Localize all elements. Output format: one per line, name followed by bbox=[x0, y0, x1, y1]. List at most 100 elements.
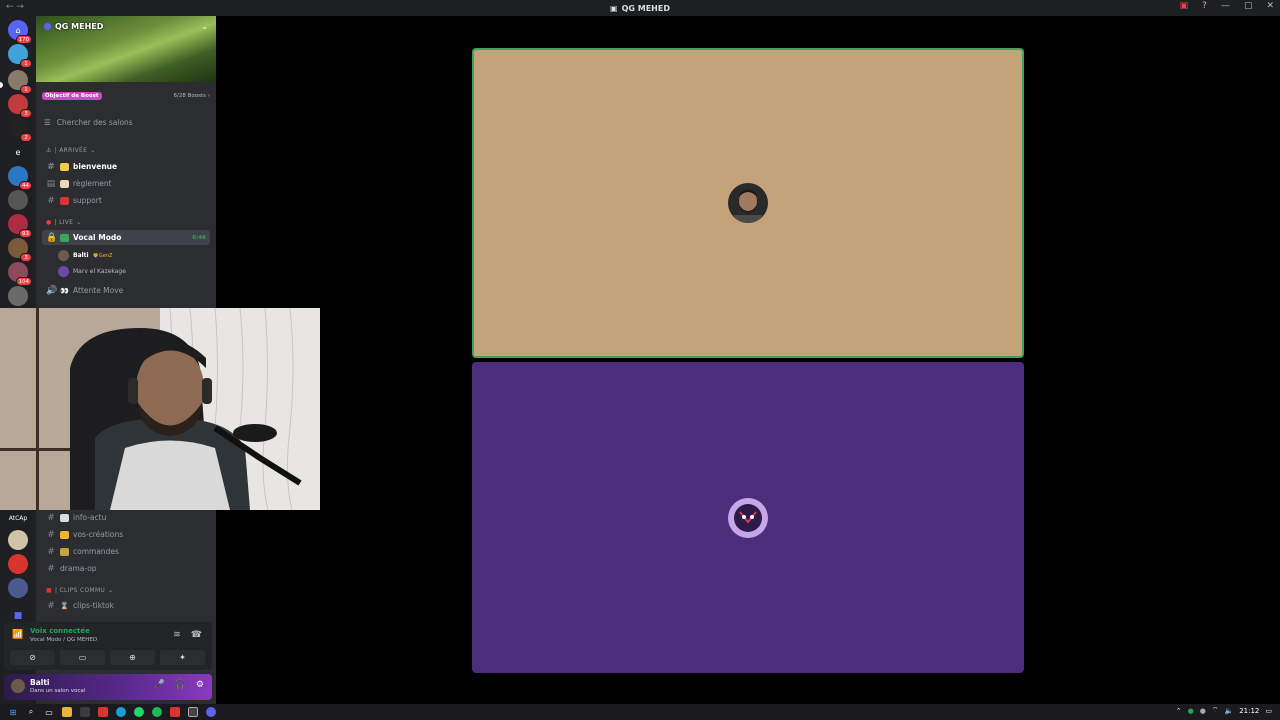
server-icon[interactable] bbox=[8, 190, 28, 210]
channel-info-actu[interactable]: # info-actu bbox=[42, 510, 210, 525]
volume-icon[interactable]: 🔈 bbox=[1224, 707, 1233, 715]
voice-channel-attente-move[interactable]: 🔊 👀 Attente Move bbox=[42, 283, 210, 298]
voice-status[interactable]: Voix connectée bbox=[30, 627, 90, 635]
gear-icon[interactable]: ⚙ bbox=[196, 680, 204, 690]
channel-clips-tiktok[interactable]: # ⌛ clips-tiktok bbox=[42, 598, 210, 613]
unread-badge: 1 bbox=[20, 85, 32, 94]
voice-location[interactable]: Vocal Modo / QG MEHED bbox=[30, 637, 97, 643]
anchor-icon: ⚓ bbox=[46, 147, 52, 154]
whatsapp-icon[interactable] bbox=[134, 707, 144, 717]
server-icon[interactable]: 1 bbox=[8, 44, 32, 68]
server-icon[interactable]: 3 bbox=[8, 94, 32, 118]
category-clips-commu[interactable]: ■ | CLIPS COMMU ⌄ bbox=[46, 587, 113, 594]
text-channel-icon: # bbox=[47, 600, 55, 611]
rules-channel-icon: ▤ bbox=[46, 178, 56, 189]
soundboard-button[interactable]: ✦ bbox=[160, 650, 205, 665]
brave-icon[interactable] bbox=[98, 707, 108, 717]
server-icon[interactable]: 44 bbox=[8, 166, 32, 190]
help-icon[interactable]: ? bbox=[1202, 1, 1207, 11]
camera-off-button[interactable]: ⊘ bbox=[10, 650, 55, 665]
voice-user[interactable]: Marv el Kazekage bbox=[58, 266, 126, 277]
list-search-icon: ☰ bbox=[44, 118, 51, 127]
boost-count: 6/28 Boosts › bbox=[173, 93, 210, 99]
server-icon[interactable] bbox=[8, 554, 28, 574]
noise-suppression-icon[interactable]: ≋ bbox=[173, 630, 181, 640]
server-icon[interactable]: 2 bbox=[8, 118, 32, 142]
screen-share-button[interactable]: ▭ bbox=[60, 650, 105, 665]
channel-search[interactable]: ☰ Chercher des salons bbox=[44, 118, 133, 127]
app-icon[interactable] bbox=[80, 707, 90, 717]
user-status: Dans un salon vocal bbox=[30, 688, 86, 694]
server-icon[interactable] bbox=[8, 578, 28, 598]
task-view-icon[interactable]: ▭ bbox=[44, 707, 54, 717]
inbox-icon[interactable]: ▣ bbox=[1180, 1, 1189, 11]
headphones-icon[interactable]: 🎧 bbox=[175, 680, 186, 690]
category-arrivee[interactable]: ⚓ | ARRIVÉE ⌄ bbox=[46, 147, 96, 154]
maximize-button[interactable]: ▢ bbox=[1244, 1, 1253, 11]
boost-goal-label: Objectif de Boost bbox=[42, 92, 102, 100]
webcam-overlay bbox=[0, 308, 320, 510]
chevron-up-icon[interactable]: ⌃ bbox=[1176, 707, 1182, 715]
clock[interactable]: 21:12 bbox=[1239, 707, 1259, 715]
server-icon[interactable]: 93 bbox=[8, 214, 32, 238]
channel-reglement[interactable]: ▤ règlement bbox=[42, 176, 210, 191]
channel-bienvenue[interactable]: # bienvenue bbox=[42, 159, 210, 174]
participant-tile-speaking[interactable] bbox=[472, 48, 1024, 358]
tray-app-icon[interactable]: ● bbox=[1200, 707, 1206, 715]
signal-icon[interactable]: 📶 bbox=[12, 630, 23, 640]
avatar[interactable] bbox=[10, 678, 26, 694]
activities-button[interactable]: ⊕ bbox=[110, 650, 155, 665]
channel-label: clips-tiktok bbox=[73, 601, 114, 610]
server-icon[interactable]: 3 bbox=[8, 238, 32, 262]
voice-channel-vocal-modo[interactable]: 🔒 Vocal Modo 6:46 bbox=[42, 230, 210, 245]
discord-icon[interactable] bbox=[206, 707, 216, 717]
obs-icon[interactable] bbox=[188, 707, 198, 717]
channel-drama-op[interactable]: # drama-op bbox=[42, 561, 210, 576]
notification-icon[interactable]: ▭ bbox=[1265, 707, 1272, 715]
file-explorer-icon[interactable] bbox=[62, 707, 72, 717]
window-title-text: QG MEHED bbox=[621, 3, 670, 13]
server-icon[interactable] bbox=[8, 530, 28, 550]
voice-user[interactable]: Balti 🦁GenZ bbox=[58, 250, 112, 261]
spotify-icon[interactable] bbox=[152, 707, 162, 717]
red-dot-icon: ● bbox=[46, 219, 52, 226]
unread-badge: 170 bbox=[15, 35, 32, 44]
voice-connection-panel: 📶 Voix connectée Vocal Modo / QG MEHED ≋… bbox=[4, 622, 212, 670]
user-name[interactable]: Balti bbox=[30, 678, 50, 687]
emoji-icon bbox=[60, 530, 69, 539]
title-bar: ← → ▣ QG MEHED ▣ ? — ▢ ✕ bbox=[0, 0, 1280, 16]
server-icon[interactable]: 104 bbox=[8, 262, 32, 286]
browser-icon[interactable] bbox=[116, 707, 126, 717]
channel-label: règlement bbox=[73, 179, 112, 188]
channel-commandes[interactable]: # commandes bbox=[42, 544, 210, 559]
app-icon[interactable] bbox=[170, 707, 180, 717]
server-icon: ▣ bbox=[610, 3, 618, 13]
category-live[interactable]: ● | LIVE ⌄ bbox=[46, 219, 82, 226]
close-button[interactable]: ✕ bbox=[1266, 1, 1274, 11]
server-header[interactable]: QG MEHED bbox=[44, 22, 103, 31]
server-banner[interactable]: QG MEHED ⌄ bbox=[36, 16, 216, 82]
microphone-icon[interactable]: 🎤 bbox=[153, 680, 164, 690]
nav-arrows[interactable]: ← → bbox=[6, 2, 24, 12]
disconnect-icon[interactable]: ☎ bbox=[191, 630, 202, 640]
minimize-button[interactable]: — bbox=[1221, 1, 1230, 11]
search-icon[interactable]: ⌕ bbox=[26, 707, 36, 717]
voice-user-name: Marv el Kazekage bbox=[73, 268, 126, 275]
tray-app-icon[interactable]: ● bbox=[1188, 707, 1194, 715]
server-icon[interactable] bbox=[8, 286, 28, 306]
windows-start-icon[interactable]: ⊞ bbox=[8, 707, 18, 717]
channel-vos-creations[interactable]: # vos-créations bbox=[42, 527, 210, 542]
chevron-down-icon[interactable]: ⌄ bbox=[201, 22, 208, 31]
server-icon[interactable]: 1 bbox=[8, 70, 32, 94]
discord-home-icon[interactable]: ⌂ 170 bbox=[8, 20, 32, 44]
server-letter-icon[interactable]: e bbox=[8, 142, 28, 162]
channel-search-placeholder: Chercher des salons bbox=[56, 118, 133, 127]
channel-label: drama-op bbox=[60, 564, 97, 573]
unread-badge: 2 bbox=[20, 133, 32, 142]
channel-support[interactable]: # support bbox=[42, 193, 210, 208]
boost-goal-bar[interactable]: Objectif de Boost 6/28 Boosts › bbox=[42, 90, 210, 102]
participant-tile[interactable] bbox=[472, 362, 1024, 673]
network-icon[interactable]: ⌔ bbox=[1212, 706, 1219, 715]
channel-label: support bbox=[73, 196, 102, 205]
server-letter-icon[interactable]: AtCAp bbox=[8, 508, 28, 528]
